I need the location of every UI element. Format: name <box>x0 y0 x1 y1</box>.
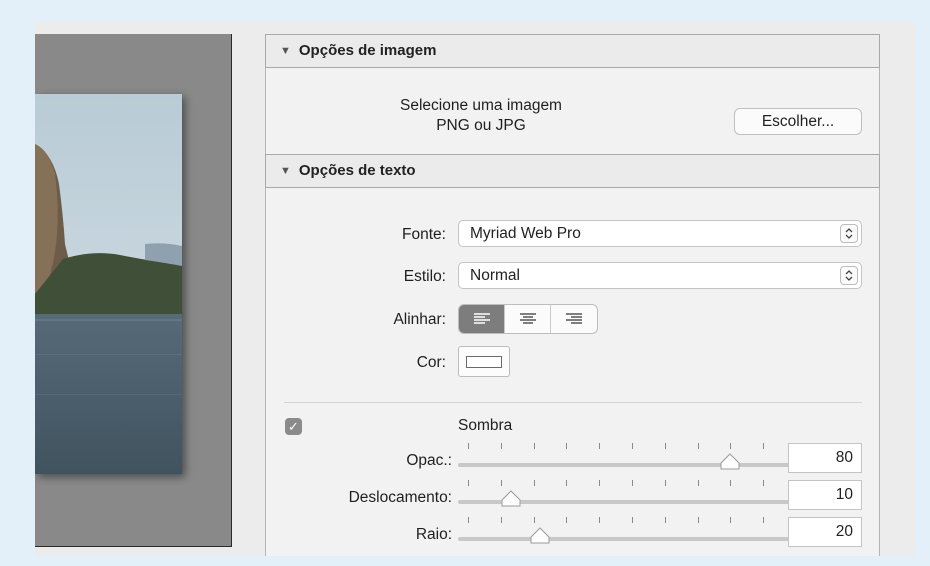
shadow-label: Sombra <box>458 417 513 434</box>
shadow-checkbox[interactable]: ✓ <box>285 418 302 435</box>
slider-tick <box>534 480 535 486</box>
slider-tick <box>665 517 666 523</box>
align-segmented-control[interactable] <box>458 304 598 334</box>
right-align-icon[interactable] <box>551 305 597 333</box>
font-label: Fonte: <box>402 226 446 243</box>
offset-slider[interactable] <box>458 477 806 507</box>
opacity-value-field[interactable]: 80 <box>788 443 862 473</box>
text-options-body: Fonte: Myriad Web Pro Estilo: Normal Ali… <box>265 188 880 556</box>
choose-image-button[interactable]: Escolher... <box>734 108 862 135</box>
slider-tick <box>665 443 666 449</box>
slider-tick <box>763 443 764 449</box>
radius-label: Raio: <box>415 526 452 543</box>
slider-tick <box>566 443 567 449</box>
slider-tick <box>599 517 600 523</box>
slider-tick <box>763 517 764 523</box>
slider-tick <box>566 480 567 486</box>
offset-label: Deslocamento: <box>348 489 452 506</box>
divider <box>284 402 862 403</box>
slider-tick <box>730 480 731 486</box>
slider-tick <box>534 517 535 523</box>
image-hint-line2: PNG ou JPG <box>436 117 526 134</box>
slider-tick <box>566 517 567 523</box>
text-options-header[interactable]: ▼ Opções de texto <box>265 154 880 188</box>
style-label: Estilo: <box>403 268 446 285</box>
left-align-icon[interactable] <box>459 305 505 333</box>
radius-value-field[interactable]: 20 <box>788 517 862 547</box>
image-options-body: Selecione uma imagem PNG ou JPG Escolher… <box>265 68 880 154</box>
disclosure-triangle-icon[interactable]: ▼ <box>280 155 291 187</box>
radius-slider[interactable] <box>458 514 806 544</box>
slider-knob[interactable] <box>530 527 550 544</box>
image-options-header[interactable]: ▼ Opções de imagem <box>265 34 880 68</box>
opacity-label: Opac.: <box>406 452 452 469</box>
slider-tick <box>534 443 535 449</box>
slider-knob[interactable] <box>720 453 740 470</box>
disclosure-triangle-icon[interactable]: ▼ <box>280 35 291 67</box>
watermark-editor-window: ▼ Opções de imagem Selecione uma imagem P… <box>35 22 915 556</box>
image-hint-line1: Selecione uma imagem <box>400 97 562 114</box>
center-align-icon[interactable] <box>505 305 551 333</box>
slider-tick <box>698 480 699 486</box>
updown-icon[interactable] <box>840 224 858 243</box>
slider-tick <box>665 480 666 486</box>
slider-tick <box>468 517 469 523</box>
preview-pane <box>35 34 232 547</box>
slider-tick <box>501 480 502 486</box>
slider-tick <box>599 480 600 486</box>
offset-value-field[interactable]: 10 <box>788 480 862 510</box>
slider-tick <box>632 443 633 449</box>
options-panel: ▼ Opções de imagem Selecione uma imagem P… <box>265 34 880 556</box>
image-hint: Selecione uma imagem PNG ou JPG <box>376 96 586 136</box>
slider-tick <box>632 517 633 523</box>
color-well <box>466 356 502 368</box>
slider-track <box>458 463 806 467</box>
color-swatch[interactable] <box>458 346 510 377</box>
text-options-title: Opções de texto <box>298 162 416 179</box>
slider-tick <box>763 480 764 486</box>
font-select[interactable]: Myriad Web Pro <box>458 220 862 247</box>
color-label: Cor: <box>416 354 446 371</box>
slider-knob[interactable] <box>501 490 521 507</box>
slider-tick <box>501 443 502 449</box>
slider-tick <box>730 443 731 449</box>
slider-tick <box>698 443 699 449</box>
slider-tick <box>698 517 699 523</box>
slider-track <box>458 537 806 541</box>
slider-tick <box>501 517 502 523</box>
font-value: Myriad Web Pro <box>470 225 581 242</box>
preview-photo <box>35 94 182 474</box>
slider-tick <box>730 517 731 523</box>
updown-icon[interactable] <box>840 266 858 285</box>
slider-tick <box>468 443 469 449</box>
slider-tick <box>468 480 469 486</box>
style-select[interactable]: Normal <box>458 262 862 289</box>
align-label: Alinhar: <box>393 311 446 328</box>
style-value: Normal <box>470 267 520 284</box>
slider-tick <box>632 480 633 486</box>
image-options-title: Opções de imagem <box>298 42 437 59</box>
opacity-slider[interactable] <box>458 440 806 470</box>
slider-tick <box>599 443 600 449</box>
